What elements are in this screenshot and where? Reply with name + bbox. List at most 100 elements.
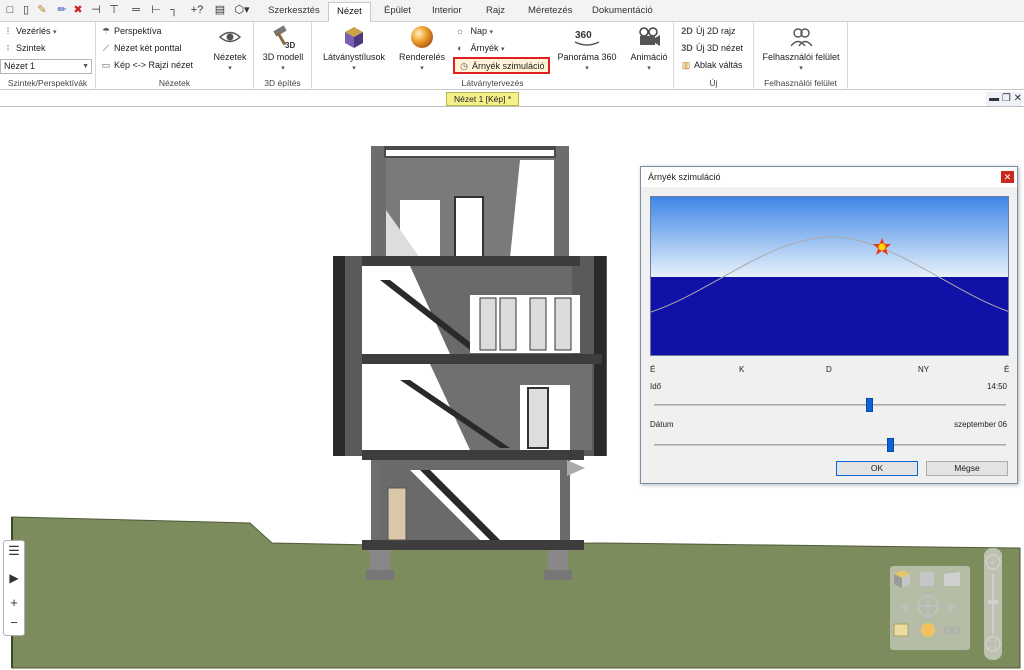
shadow-button[interactable]: ◐ Árnyék ▾ (454, 41, 504, 56)
view-combo[interactable]: Nézet 1 ▼ (0, 59, 92, 74)
views-group-label: Nézetek (158, 78, 191, 88)
tab-interior[interactable]: Interior (424, 2, 470, 22)
new-3d-view-button[interactable]: 3D Új 3D nézet (680, 41, 743, 56)
dimension-icon[interactable]: ⊣ (90, 4, 102, 16)
dialog-close-button[interactable]: ✕ (1001, 171, 1014, 183)
visual-styles-button[interactable]: Látványstílusok ▾ (316, 24, 392, 72)
time-slider-thumb[interactable] (866, 398, 873, 412)
zoom-in-icon[interactable]: + (4, 595, 24, 610)
camera-icon (636, 24, 662, 50)
perspective-button[interactable]: ☂ Perspektíva (100, 24, 162, 39)
control-button[interactable]: ⁞ Vezérlés ▾ (2, 24, 57, 39)
new-group: 2D Új 2D rajz 3D Új 3D nézet ▥ Ablak váltás… (674, 22, 754, 90)
view-tab-label[interactable]: Nézet 1 [Kép] * (446, 92, 520, 106)
3d-model-button[interactable]: 3D 3D modell ▾ (260, 24, 306, 72)
add-help-icon[interactable]: +? (183, 4, 211, 16)
eye-icon (217, 24, 243, 50)
time-label: Idő (650, 382, 662, 391)
ok-button[interactable]: OK (836, 461, 918, 476)
restore-icon[interactable]: ❐ (1002, 93, 1011, 104)
eye-view-icon[interactable] (942, 625, 962, 635)
visualization-group: Látványstílusok ▾ Renderelés ▾ ☼ Nap ▾ ◐ Á… (312, 22, 674, 90)
date-slider[interactable] (654, 438, 1006, 452)
zoom-handle[interactable] (988, 600, 998, 604)
layers-icon[interactable]: ▤ (214, 4, 226, 16)
cube-view-icon[interactable]: ⬡▾ (232, 4, 252, 16)
align-icon[interactable]: ⊢ (150, 4, 162, 16)
view-cube-icon[interactable] (894, 570, 910, 588)
visualization-group-label: Látványtervezés (461, 78, 524, 88)
tab-dokumentacio[interactable]: Dokumentáció (584, 2, 661, 22)
brush-icon[interactable]: ✎ (36, 4, 48, 16)
view-corner-icon[interactable] (944, 572, 960, 586)
user-interface-button[interactable]: Felhasználói felület ▾ (758, 24, 844, 72)
zoom-plus-icon[interactable]: + (989, 557, 995, 569)
compass-north-label: É (650, 365, 656, 374)
new-file-icon[interactable]: □ (4, 4, 16, 16)
time-slider[interactable] (654, 398, 1006, 412)
tab-meretezes[interactable]: Méretezés (520, 2, 580, 22)
time-value: 14:50 (986, 382, 1007, 391)
ribbon-tab-strip: □ ▯ ✎ ✏ ✖ ⊣ ⊤ ═ ⊢ ┐ +? ▤ ⬡▾ Szerkesztés … (0, 0, 1024, 22)
date-slider-thumb[interactable] (887, 438, 894, 452)
levels-icon: ⁞ (6, 43, 10, 53)
window-switch-icon: ▥ (681, 60, 691, 70)
tab-nezet[interactable]: Nézet (328, 2, 371, 22)
levels-group-label: Szintek/Perspektívák (7, 78, 88, 88)
panorama-360-button[interactable]: 360 Panoráma 360 ▾ (552, 24, 622, 72)
view-front-icon[interactable] (920, 572, 934, 586)
perspective-icon: ☂ (101, 26, 111, 36)
zoom-slider-panel[interactable]: + ⛶ (984, 548, 1002, 660)
layout-icon[interactable] (893, 623, 909, 637)
line-style-icon[interactable]: ═ (126, 4, 146, 16)
pan-left-icon[interactable]: ◀ (900, 602, 908, 613)
pencil-icon[interactable]: ✏ (56, 4, 68, 16)
render-sphere-icon (409, 24, 435, 50)
zoom-out-icon[interactable]: − (4, 615, 24, 630)
minimize-icon[interactable]: ▬ (989, 93, 999, 104)
navigation-cube: ◀ ▶ (890, 566, 970, 650)
orbit-navigation-icon[interactable] (916, 594, 940, 618)
shadow-icon: ◐ (457, 43, 463, 53)
delete-icon[interactable]: ✖ (72, 4, 84, 16)
svg-text:3D: 3D (285, 41, 295, 50)
sun-light-icon[interactable] (921, 623, 935, 637)
snap-icon[interactable]: ⊤ (108, 4, 120, 16)
shadow-simulation-button[interactable]: ◷ Árnyék szimuláció (453, 57, 550, 74)
sun-button[interactable]: ☼ Nap ▾ (454, 24, 493, 39)
compass-north-end-label: É (1004, 365, 1010, 374)
play-arrow-icon[interactable]: ▶ (4, 571, 24, 585)
corner-icon[interactable]: ┐ (168, 4, 180, 16)
pan-right-icon[interactable]: ▶ (948, 602, 956, 613)
two-point-view-button[interactable]: ⟋ Nézet két ponttal (100, 41, 182, 56)
close-icon[interactable]: ✕ (1014, 93, 1022, 104)
zoom-fit-icon[interactable]: ⛶ (988, 640, 997, 651)
open-file-icon[interactable]: ▯ (20, 4, 32, 16)
panorama-360-icon: 360 (572, 24, 602, 50)
compass-south-label: D (826, 365, 832, 374)
image-drawing-toggle-button[interactable]: ▭ Kép <-> Rajzi nézet (100, 58, 193, 73)
levels-button[interactable]: ⁞ Szintek (2, 41, 46, 56)
cancel-button[interactable]: Mégse (926, 461, 1008, 476)
shadow-simulation-dialog: Árnyék szimuláció ✕ É K D NY É Idő 14:50… (640, 166, 1018, 484)
menu-list-icon[interactable]: ☰ (4, 543, 24, 559)
ui-group-label: Felhasználói felület (764, 78, 837, 88)
build3d-group-label: 3D építés (264, 78, 301, 88)
ribbon: ⁞ Vezérlés ▾ ⁞ Szintek Nézet 1 ▼ Szintek/P… (0, 22, 1024, 90)
tab-szerkesztes[interactable]: Szerkesztés (260, 2, 328, 22)
new-group-label: Új (709, 78, 718, 88)
animation-button[interactable]: Animáció ▾ (626, 24, 672, 72)
control-icon: ⁞ (6, 26, 10, 36)
hammer-3d-icon: 3D (270, 24, 296, 50)
users-icon (788, 24, 814, 50)
switch-window-button[interactable]: ▥ Ablak váltás (680, 58, 743, 73)
tab-epulet[interactable]: Épület (376, 2, 419, 22)
compass-east-label: K (739, 365, 745, 374)
build3d-group: 3D 3D modell ▾ 3D építés (254, 22, 312, 90)
views-button[interactable]: Nézetek ▾ (210, 24, 250, 72)
tab-rajz[interactable]: Rajz (478, 2, 513, 22)
ground-area (651, 277, 1008, 355)
new-2d-drawing-button[interactable]: 2D Új 2D rajz (680, 24, 735, 39)
render-button[interactable]: Renderelés ▾ (394, 24, 450, 72)
new-2d-icon: 2D (681, 26, 693, 36)
